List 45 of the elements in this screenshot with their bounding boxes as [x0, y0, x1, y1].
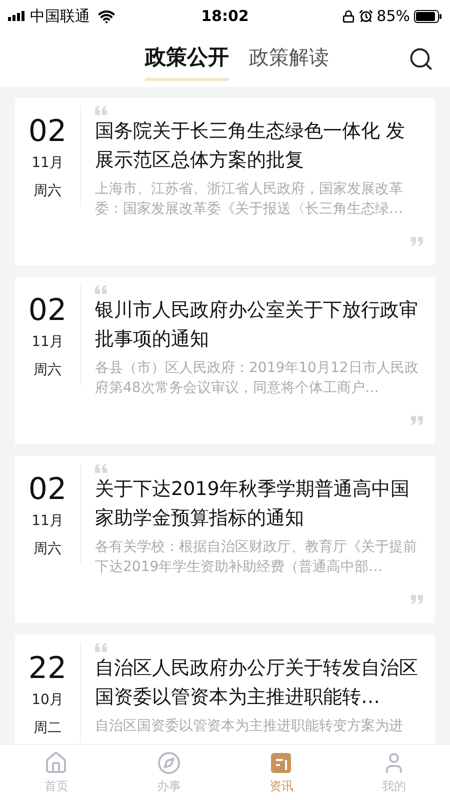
article-excerpt: 各县（市）区人民政府：2019年10月12日市人民政府第48次常务会议审议，同意将个体工商户… — [95, 359, 420, 398]
date-weekday: 周六 — [34, 540, 62, 559]
article-card[interactable]: 02 11月 周六 国务院关于长三角生态绿色一体化 发展示范区总体方案的批复 上海市、江苏省、浙江省人民政府，国家发展改革委：国家发展改革委《关于报送〈长三角生态绿… — [15, 98, 435, 265]
date-month: 11月 — [32, 512, 64, 530]
wifi-icon — [98, 8, 115, 24]
date-day: 22 — [28, 653, 67, 685]
battery-icon — [414, 10, 442, 22]
date-month: 11月 — [32, 333, 64, 351]
article-excerpt: 自治区国资委以管资本为主推进职能转变方案为进 — [95, 717, 404, 736]
date-month: 11月 — [32, 154, 64, 172]
date-weekday: 周六 — [34, 182, 62, 201]
date-day: 02 — [28, 295, 67, 327]
signal-icon — [8, 11, 26, 21]
article-title: 银川市人民政府办公室关于下放行政审批事项的通知 — [95, 298, 419, 352]
home-icon — [44, 750, 68, 774]
open-quote-icon — [95, 106, 107, 115]
header-tab[interactable]: 政策公开 — [145, 38, 229, 81]
article-card[interactable]: 22 10月 周二 自治区人民政府办公厅关于转发自治区国资委以管资本为主推进职能转… 自治区国资委以管资本为主推进职能转变方案为进 — [15, 635, 435, 744]
header-tab[interactable]: 政策解读 — [249, 38, 329, 80]
article-title: 自治区人民政府办公厅关于转发自治区国资委以管资本为主推进职能转… — [95, 656, 419, 710]
article-card[interactable]: 02 11月 周六 银川市人民政府办公室关于下放行政审批事项的通知 各县（市）区人民政府：2019年10月12日市人民政府第48次常务会议审议，同意将个体工商户… — [15, 277, 435, 444]
date-day: 02 — [28, 474, 67, 506]
article-card[interactable]: 02 11月 周六 关于下达2019年秋季学期普通高中国家助学金预算指标的通知 各有关学校：根据自治区财政厅、教育厅《关于提前下达2019年学生资助补助经费（普通高中部… — [15, 456, 435, 623]
carrier-name: 中国联通 — [30, 6, 90, 27]
open-quote-icon — [95, 285, 107, 294]
article-excerpt: 各有关学校：根据自治区财政厅、教育厅《关于提前下达2019年学生资助补助经费（普通高中部… — [95, 538, 418, 577]
article-title: 国务院关于长三角生态绿色一体化 发展示范区总体方案的批复 — [95, 119, 406, 173]
close-quote-icon — [411, 595, 423, 604]
article-excerpt: 上海市、江苏省、浙江省人民政府，国家发展改革委：国家发展改革委《关于报送〈长三角生态绿… — [95, 180, 404, 219]
document-icon — [269, 750, 294, 774]
compass-icon — [156, 750, 181, 774]
search-icon[interactable] — [408, 46, 434, 72]
date-day: 02 — [28, 116, 67, 148]
date-weekday: 周二 — [34, 719, 62, 738]
alarm-icon — [358, 9, 373, 23]
lock-icon — [342, 10, 355, 22]
open-quote-icon — [95, 643, 107, 652]
article-title: 关于下达2019年秋季学期普通高中国家助学金预算指标的通知 — [95, 477, 410, 531]
clock-time: 18:02 — [201, 6, 249, 27]
close-quote-icon — [411, 416, 423, 425]
open-quote-icon — [95, 464, 107, 473]
date-month: 10月 — [32, 691, 64, 709]
close-quote-icon — [411, 237, 423, 246]
battery-percent: 85% — [376, 6, 410, 27]
date-weekday: 周六 — [34, 361, 62, 380]
